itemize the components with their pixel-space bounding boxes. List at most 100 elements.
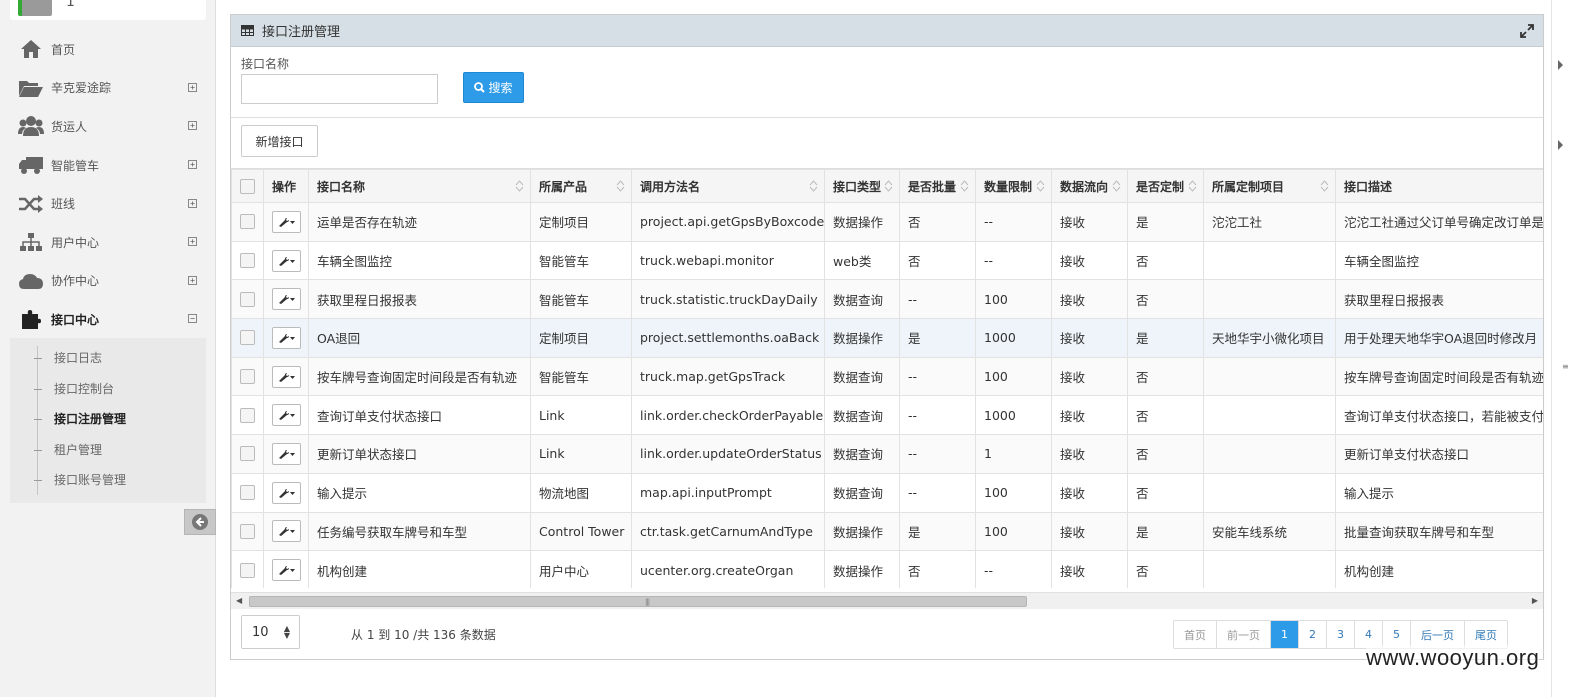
sidebar-subitem-api-account[interactable]: 接口账号管理 <box>10 465 206 496</box>
row-action-button[interactable] <box>272 365 301 388</box>
user-box[interactable]: 1 <box>10 0 206 20</box>
table-row[interactable]: 更新订单状态接口 Link link.order.updateOrderStatus… <box>231 434 1543 474</box>
row-action-button[interactable] <box>272 404 301 427</box>
table-row[interactable]: OA退回 定制项目 project.settlemonths.oaBack 数据操作是… <box>231 318 1543 358</box>
scroll-right-icon[interactable]: ▶ <box>1532 596 1538 605</box>
expand-icon[interactable]: + <box>188 198 197 208</box>
sidebar-item-collab[interactable]: 协作中心 + <box>0 262 216 301</box>
row-checkbox[interactable] <box>240 485 255 501</box>
pager-item[interactable]: 3 <box>1327 621 1355 648</box>
search-icon <box>474 82 486 93</box>
table-row[interactable]: 输入提示 物流地图 map.api.inputPrompt 数据查询 -- 100 接收否输… <box>231 472 1543 513</box>
column-header-method[interactable]: 调用方法名 <box>631 169 825 203</box>
column-header-description[interactable]: 接口描述 <box>1335 169 1543 203</box>
sidebar-item-label: 货运人 <box>51 119 88 134</box>
pager-item[interactable]: 5 <box>1383 621 1411 648</box>
sidebar-subitem-api-console[interactable]: 接口控制台 <box>10 374 206 405</box>
pager-item[interactable]: 后一页 <box>1411 621 1465 648</box>
column-header-custom[interactable]: 是否定制 <box>1127 169 1204 203</box>
page-size-select[interactable]: 10 ▲ ▼ <box>241 615 300 649</box>
pager-item[interactable]: 2 <box>1299 621 1327 648</box>
column-header-label: 所属定制项目 <box>1212 179 1285 194</box>
pager-item[interactable]: 4 <box>1355 621 1383 648</box>
fullscreen-icon[interactable] <box>1519 23 1535 39</box>
pager-item[interactable]: 前一页 <box>1217 621 1271 648</box>
row-checkbox[interactable] <box>240 253 255 269</box>
api-name-search-input[interactable] <box>241 74 438 104</box>
pager-item[interactable]: 首页 <box>1174 621 1217 648</box>
cell-custom: 否 <box>1127 434 1204 474</box>
column-header-api-name[interactable]: 接口名称 <box>308 169 531 203</box>
sidebar-item-user-center[interactable]: 用户中心 + <box>0 223 216 262</box>
expand-icon[interactable]: + <box>188 121 197 131</box>
column-header-action: 操作 <box>263 169 309 203</box>
cell-api-name: 任务编号获取车牌号和车型 <box>308 511 531 552</box>
row-action-button[interactable] <box>272 559 301 582</box>
expand-icon[interactable]: + <box>188 237 197 247</box>
expand-icon[interactable]: + <box>188 82 197 92</box>
select-all-checkbox[interactable] <box>240 178 255 194</box>
cell-api-name: 查询订单支付状态接口 <box>308 395 531 436</box>
row-action-button[interactable] <box>272 442 301 465</box>
search-button[interactable]: 搜索 <box>463 72 524 103</box>
sidebar-item-label: 智能管车 <box>51 158 100 173</box>
table-row[interactable]: 查询订单支付状态接口 Link link.order.checkOrderPayab… <box>231 395 1543 436</box>
cell-type: 数据操作 <box>824 550 900 588</box>
sidebar-item-smart-truck[interactable]: 智能管车 + <box>0 146 216 185</box>
sidebar-item-route[interactable]: 班线 + <box>0 184 216 223</box>
column-header-limit[interactable]: 数量限制 <box>975 169 1052 203</box>
sidebar-subitem-tenant[interactable]: 租户管理 <box>10 435 206 466</box>
table-row[interactable]: 获取里程日报报表 智能管车 truck.statistic.truckDayDail… <box>231 279 1543 320</box>
pager-item[interactable]: 尾页 <box>1465 621 1507 648</box>
row-action-button[interactable] <box>272 249 301 272</box>
sort-icon <box>1188 180 1197 192</box>
row-action-button[interactable] <box>272 326 301 349</box>
column-header-product[interactable]: 所属产品 <box>530 169 632 203</box>
row-checkbox[interactable] <box>240 291 255 307</box>
row-action-cell <box>263 395 309 436</box>
scrollbar-thumb[interactable]: ||| <box>249 596 1027 607</box>
sidebar-subitem-api-registry[interactable]: 接口注册管理 <box>10 404 206 435</box>
row-checkbox[interactable] <box>240 214 255 230</box>
table-row[interactable]: 车辆全图监控 智能管车 truck.webapi.monitor web类否 -- 接收否… <box>231 240 1543 281</box>
cell-limit: -- <box>975 550 1052 588</box>
row-checkbox[interactable] <box>240 523 255 539</box>
sidebar-subitem-api-log[interactable]: 接口日志 <box>10 343 206 374</box>
table-row[interactable]: 运单是否存在轨迹 定制项目 project.api.getGpsByBoxcode 数… <box>231 202 1543 242</box>
cell-product: 物流地图 <box>530 472 632 513</box>
row-checkbox[interactable] <box>240 562 255 578</box>
scroll-arrow-icon[interactable] <box>1558 60 1563 70</box>
expand-icon[interactable]: + <box>188 160 197 170</box>
column-header-batch[interactable]: 是否批量 <box>899 169 976 203</box>
cell-api-name: 车辆全图监控 <box>308 240 531 281</box>
sidebar-item-api-center[interactable]: 接口中心 − <box>0 300 216 339</box>
sidebar-collapse-button[interactable] <box>184 509 216 535</box>
row-action-button[interactable] <box>272 520 301 543</box>
collapse-icon[interactable]: − <box>188 314 197 324</box>
table-row[interactable]: 任务编号获取车牌号和车型 Control Tower ctr.task.getCar… <box>231 511 1543 552</box>
add-api-button[interactable]: 新增接口 <box>241 125 318 157</box>
horizontal-scrollbar[interactable]: ◀ ||| ▶ <box>231 592 1543 609</box>
sidebar-item-shipper[interactable]: 货运人 + <box>0 107 216 146</box>
table-row[interactable]: 机构创建 用户中心 ucenter.org.createOrgan 数据操作否 -- 接收… <box>231 550 1543 588</box>
row-action-button[interactable] <box>272 288 301 311</box>
table-row[interactable]: 按车牌号查询固定时间段是否有轨迹 智能管车 truck.map.getGpsTrac… <box>231 356 1543 397</box>
wrench-dropdown-icon <box>278 217 295 227</box>
row-action-button[interactable] <box>272 210 301 233</box>
expand-icon[interactable]: + <box>188 275 197 285</box>
column-header-type[interactable]: 接口类型 <box>824 169 900 203</box>
column-header-custom-project[interactable]: 所属定制项目 <box>1203 169 1336 203</box>
row-checkbox[interactable] <box>240 369 255 385</box>
row-checkbox[interactable] <box>240 407 255 423</box>
row-action-button[interactable] <box>272 481 301 504</box>
cell-custom: 否 <box>1127 395 1204 436</box>
row-checkbox[interactable] <box>240 446 255 462</box>
column-header-flow[interactable]: 数据流向 <box>1051 169 1128 203</box>
row-checkbox[interactable] <box>240 330 255 346</box>
pager-item[interactable]: 1 <box>1271 621 1299 648</box>
grip-icon[interactable]: ≡ <box>1562 362 1569 371</box>
sidebar-item-home[interactable]: 首页 <box>0 30 216 69</box>
scroll-arrow-icon[interactable] <box>1558 140 1563 150</box>
scroll-left-icon[interactable]: ◀ <box>236 596 242 605</box>
sidebar-item-xinke[interactable]: 辛克爱途踪 + <box>0 69 216 108</box>
